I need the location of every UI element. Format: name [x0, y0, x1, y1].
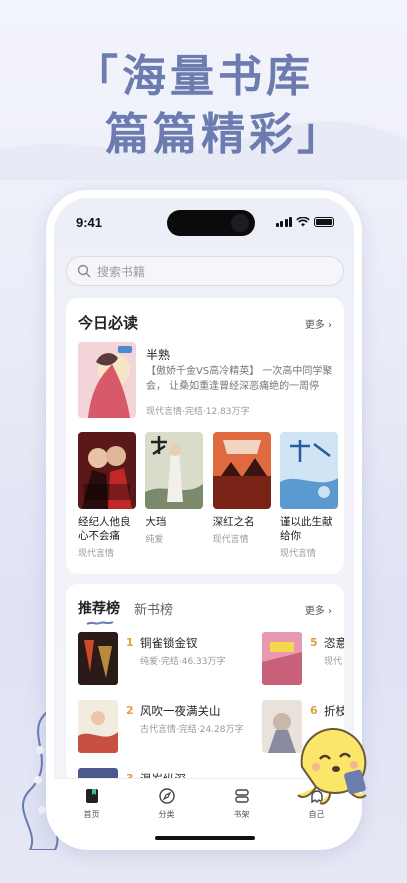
- search-placeholder: 搜索书籍: [97, 264, 146, 279]
- tab-label: 推荐榜: [78, 601, 120, 617]
- book-title: 铜雀锁金钗: [140, 636, 198, 650]
- book-title: 谨以此生献给你: [279, 516, 333, 542]
- book-title: 深红之名: [212, 516, 255, 528]
- book-meta: 纯爱·完结·46.33万字: [140, 657, 226, 667]
- more-label: 更多: [304, 320, 325, 331]
- book-cover: [78, 632, 118, 685]
- book-cover: [212, 432, 271, 509]
- book-cover: [78, 432, 136, 509]
- book-title: 恣意: [324, 636, 344, 650]
- status-bar: 9:41: [54, 198, 354, 244]
- active-tab-indicator: [86, 621, 114, 625]
- signal-icon: [275, 217, 292, 227]
- book-item[interactable]: 谨以此生献给你 现代言情: [279, 432, 338, 559]
- promo-headline: 「海量书库 篇篇精彩」: [0, 0, 407, 180]
- more-link[interactable]: 更多 ›: [305, 316, 332, 331]
- rank-number: 5: [310, 636, 318, 649]
- search-input[interactable]: 搜索书籍: [66, 256, 344, 286]
- book-grid: 经纪人他良心不会痛 现代言情 大珰 纯爱 深红之名 现代言情 谨以此生献给你 现…: [78, 432, 338, 559]
- tab-label: 书架: [233, 810, 250, 819]
- rank-number: 1: [126, 636, 134, 649]
- book-tag: 纯爱: [145, 535, 164, 545]
- rank-item[interactable]: 2 风吹一夜满关山 古代言情·完结·24.28万字: [78, 700, 258, 764]
- book-title: 经纪人他良心不会痛: [78, 516, 131, 542]
- wifi-icon: [296, 217, 310, 227]
- book-cover: [78, 700, 118, 753]
- rank-item[interactable]: 1 铜雀锁金钗 纯爱·完结·46.33万字: [78, 632, 258, 696]
- book-tag: 现代言情: [212, 535, 249, 545]
- book-title: 半熟: [146, 348, 171, 362]
- book-meta: 古代言情·完结·24.28万字: [140, 725, 244, 735]
- book-description: 【傲娇千金VS高冷精英】 一次高中同学聚会， 让桑如重逢曾经深恶痛绝的一周停: [146, 366, 333, 392]
- book-tag: 现代言情: [78, 549, 115, 559]
- status-icons: [275, 217, 334, 227]
- more-label: 更多: [304, 606, 325, 617]
- tab-label: 自己: [308, 810, 325, 819]
- book-title: 风吹一夜满关山: [140, 704, 221, 718]
- tab-category[interactable]: 分类: [142, 787, 192, 842]
- featured-book[interactable]: 半熟 【傲娇千金VS高冷精英】 一次高中同学聚会， 让桑如重逢曾经深恶痛绝的一周…: [78, 342, 334, 420]
- ranking-tabs: 推荐榜 新书榜: [78, 598, 173, 625]
- book-icon: [85, 789, 98, 803]
- octopus-mascot-icon: [297, 728, 367, 805]
- book-item[interactable]: 大珰 纯爱: [145, 432, 204, 559]
- book-title: 大珰: [145, 516, 167, 528]
- headline-line-2: 篇篇精彩」: [105, 109, 345, 160]
- tab-home[interactable]: 首页: [67, 787, 117, 842]
- home-indicator: [155, 836, 255, 840]
- battery-icon: [314, 217, 334, 227]
- book-tag: 现代言情: [279, 549, 316, 559]
- book-item[interactable]: 深红之名 现代言情: [212, 432, 271, 559]
- headline-line-1: 「海量书库: [74, 51, 314, 102]
- tab-label: 首页: [83, 810, 100, 819]
- compass-icon: [158, 788, 175, 804]
- book-cover: [262, 632, 302, 685]
- tab-label: 分类: [158, 810, 175, 819]
- tab-shelf[interactable]: 书架: [217, 787, 267, 842]
- bookshelf-icon: [234, 789, 249, 803]
- status-time: 9:41: [76, 215, 103, 230]
- book-meta: 现代言情·完结·12.83万字: [146, 407, 250, 417]
- book-cover: [279, 432, 338, 509]
- book-meta: 现代: [324, 657, 343, 667]
- dynamic-island: [167, 210, 255, 236]
- tab-new-books[interactable]: 新书榜: [134, 599, 173, 618]
- book-cover: [78, 342, 136, 418]
- rank-item[interactable]: 5 恣意 现代: [262, 632, 344, 696]
- book-cover: [145, 432, 204, 509]
- section-title: 今日必读: [78, 314, 139, 332]
- more-link[interactable]: 更多 ›: [305, 602, 332, 617]
- book-item[interactable]: 经纪人他良心不会痛 现代言情: [78, 432, 136, 559]
- today-must-read-section: 今日必读 更多 › 半熟 【傲娇千金VS高冷精英】 一次高中同学聚会， 让桑如重…: [66, 298, 344, 574]
- search-icon: [77, 264, 91, 278]
- rank-number: 2: [126, 704, 134, 717]
- tab-recommended[interactable]: 推荐榜: [78, 598, 120, 625]
